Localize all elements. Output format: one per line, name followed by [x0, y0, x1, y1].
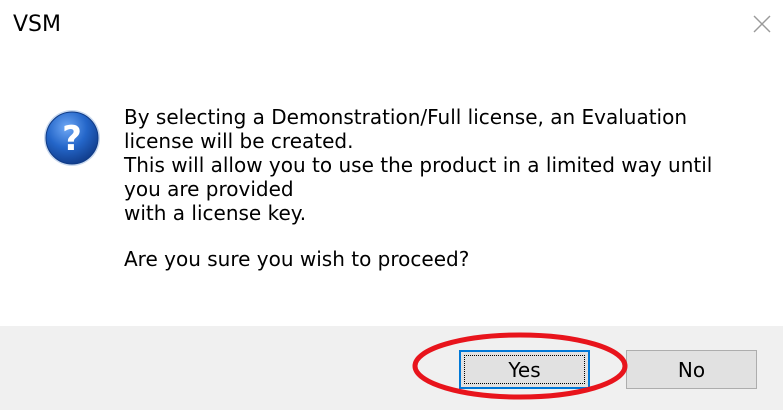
- message-line: license will be created.: [124, 129, 354, 153]
- dialog-message: By selecting a Demonstration/Full licens…: [124, 105, 754, 271]
- question-glyph: ?: [62, 119, 82, 159]
- close-icon: [753, 15, 771, 33]
- no-button-label: No: [677, 357, 706, 382]
- message-line: with a license key.: [124, 201, 307, 225]
- message-line: you are provided: [124, 177, 294, 201]
- yes-button[interactable]: Yes: [459, 350, 590, 389]
- no-button[interactable]: No: [626, 350, 757, 389]
- message-line: This will allow you to use the product i…: [124, 153, 713, 177]
- confirm-question: Are you sure you wish to proceed?: [124, 247, 470, 271]
- question-icon: ?: [44, 110, 100, 166]
- message-line: By selecting a Demonstration/Full licens…: [124, 105, 688, 129]
- title-bar[interactable]: VSM: [0, 0, 783, 60]
- message-dialog: VSM ? By selecting a Demonstration/Full …: [0, 0, 783, 410]
- yes-button-label: Yes: [508, 357, 541, 382]
- window-title: VSM: [13, 12, 61, 37]
- close-button[interactable]: [746, 8, 778, 40]
- button-bar: Yes No: [0, 326, 783, 410]
